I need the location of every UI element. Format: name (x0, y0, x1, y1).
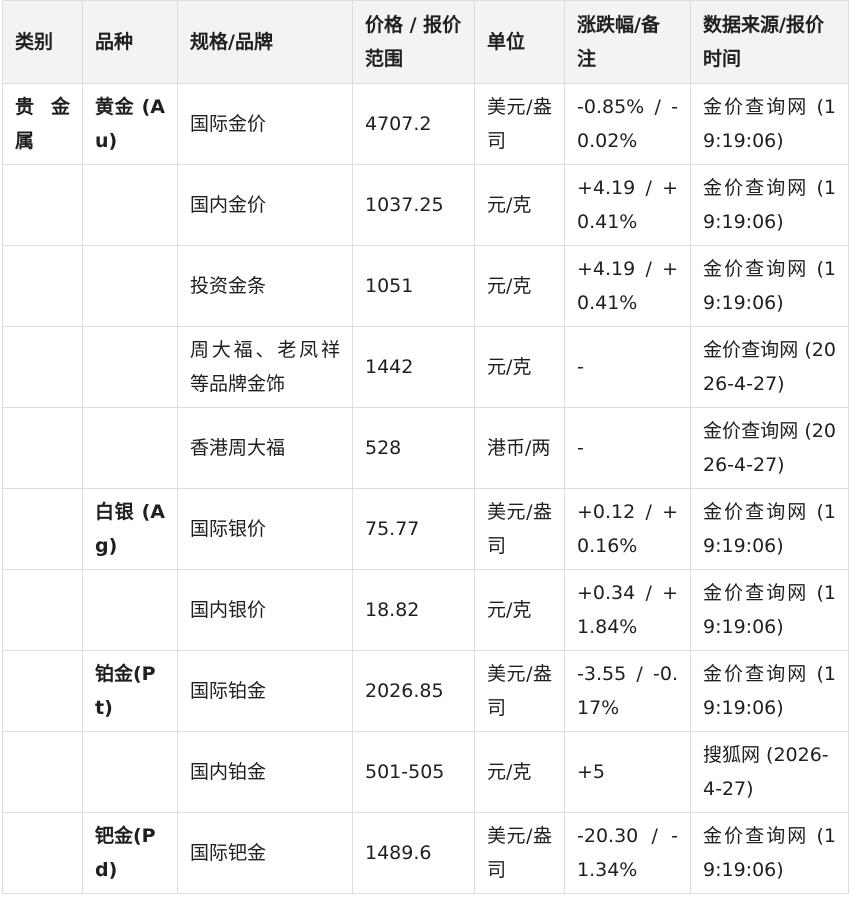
table-row: 铂金(Pt) 国际铂金 2026.85 美元/盎司 -3.55 / -0.17%… (2, 650, 849, 732)
cell-unit: 美元/盎司 (474, 812, 565, 894)
header-unit: 单位 (474, 0, 565, 84)
cell-source: 搜狐网 (2026-4-27) (690, 731, 849, 813)
cell-variety (82, 326, 178, 408)
header-spec-brand: 规格/品牌 (177, 0, 353, 84)
cell-spec: 国际铂金 (177, 650, 353, 732)
cell-unit: 美元/盎司 (474, 83, 565, 165)
table-row: 国内银价 18.82 元/克 +0.34 / +1.84% 金价查询网 (19:… (2, 569, 849, 651)
cell-variety (82, 731, 178, 813)
cell-source: 金价查询网 (19:19:06) (690, 245, 849, 327)
header-source: 数据来源/报价时间 (690, 0, 849, 84)
cell-spec: 国内银价 (177, 569, 353, 651)
table-row: 国内金价 1037.25 元/克 +4.19 / +0.41% 金价查询网 (1… (2, 164, 849, 246)
cell-spec: 国际银价 (177, 488, 353, 570)
cell-unit: 元/克 (474, 164, 565, 246)
header-change: 涨跌幅/备注 (564, 0, 691, 84)
table-row: 国内铂金 501-505 元/克 +5 搜狐网 (2026-4-27) (2, 731, 849, 813)
cell-spec: 国内铂金 (177, 731, 353, 813)
cell-change: +4.19 / +0.41% (564, 245, 691, 327)
cell-price: 1051 (352, 245, 475, 327)
cell-category (2, 245, 83, 327)
cell-change: +0.34 / +1.84% (564, 569, 691, 651)
cell-price: 18.82 (352, 569, 475, 651)
cell-price: 501-505 (352, 731, 475, 813)
cell-spec: 国内金价 (177, 164, 353, 246)
cell-unit: 元/克 (474, 731, 565, 813)
cell-unit: 美元/盎司 (474, 650, 565, 732)
cell-category (2, 326, 83, 408)
cell-change: +5 (564, 731, 691, 813)
cell-category (2, 407, 83, 489)
cell-source: 金价查询网 (19:19:06) (690, 164, 849, 246)
cell-unit: 元/克 (474, 569, 565, 651)
cell-unit: 元/克 (474, 245, 565, 327)
cell-category (2, 812, 83, 894)
cell-category (2, 569, 83, 651)
cell-price: 75.77 (352, 488, 475, 570)
table-row: 贵金属 黄金 (Au) 国际金价 4707.2 美元/盎司 -0.85% / -… (2, 83, 849, 165)
cell-spec: 国际金价 (177, 83, 353, 165)
cell-price: 2026.85 (352, 650, 475, 732)
cell-change: -0.85% / -0.02% (564, 83, 691, 165)
cell-price: 1037.25 (352, 164, 475, 246)
header-variety: 品种 (82, 0, 178, 84)
table-row: 香港周大福 528 港币/两 - 金价查询网 (2026-4-27) (2, 407, 849, 489)
cell-change: -20.30 / -1.34% (564, 812, 691, 894)
cell-category (2, 164, 83, 246)
header-category: 类别 (2, 0, 83, 84)
cell-spec: 香港周大福 (177, 407, 353, 489)
cell-category (2, 488, 83, 570)
cell-source: 金价查询网 (19:19:06) (690, 83, 849, 165)
cell-unit: 元/克 (474, 326, 565, 408)
cell-category (2, 650, 83, 732)
cell-variety: 白银 (Ag) (82, 488, 178, 570)
cell-price: 1489.6 (352, 812, 475, 894)
cell-source: 金价查询网 (19:19:06) (690, 650, 849, 732)
metal-price-table: 类别 品种 规格/品牌 价格 / 报价范围 单位 涨跌幅/备注 数据来源/报价时… (2, 0, 849, 894)
cell-variety (82, 407, 178, 489)
cell-spec: 投资金条 (177, 245, 353, 327)
cell-variety (82, 245, 178, 327)
cell-change: +0.12 / +0.16% (564, 488, 691, 570)
cell-unit: 美元/盎司 (474, 488, 565, 570)
cell-change: +4.19 / +0.41% (564, 164, 691, 246)
cell-category: 贵金属 (2, 83, 83, 165)
table-row: 投资金条 1051 元/克 +4.19 / +0.41% 金价查询网 (19:1… (2, 245, 849, 327)
cell-unit: 港币/两 (474, 407, 565, 489)
cell-source: 金价查询网 (19:19:06) (690, 812, 849, 894)
cell-source: 金价查询网 (19:19:06) (690, 488, 849, 570)
cell-variety (82, 164, 178, 246)
table-row: 周大福、老凤祥等品牌金饰 1442 元/克 - 金价查询网 (2026-4-27… (2, 326, 849, 408)
cell-price: 528 (352, 407, 475, 489)
cell-source: 金价查询网 (2026-4-27) (690, 407, 849, 489)
cell-variety: 铂金(Pt) (82, 650, 178, 732)
cell-spec: 周大福、老凤祥等品牌金饰 (177, 326, 353, 408)
table-row: 钯金(Pd) 国际钯金 1489.6 美元/盎司 -20.30 / -1.34%… (2, 812, 849, 894)
cell-source: 金价查询网 (19:19:06) (690, 569, 849, 651)
cell-price: 1442 (352, 326, 475, 408)
cell-change: -3.55 / -0.17% (564, 650, 691, 732)
table-header-row: 类别 品种 规格/品牌 价格 / 报价范围 单位 涨跌幅/备注 数据来源/报价时… (2, 0, 849, 84)
table-row: 白银 (Ag) 国际银价 75.77 美元/盎司 +0.12 / +0.16% … (2, 488, 849, 570)
cell-variety (82, 569, 178, 651)
cell-price: 4707.2 (352, 83, 475, 165)
cell-variety: 钯金(Pd) (82, 812, 178, 894)
cell-change: - (564, 407, 691, 489)
cell-category (2, 731, 83, 813)
cell-spec: 国际钯金 (177, 812, 353, 894)
cell-source: 金价查询网 (2026-4-27) (690, 326, 849, 408)
cell-change: - (564, 326, 691, 408)
header-price: 价格 / 报价范围 (352, 0, 475, 84)
cell-variety: 黄金 (Au) (82, 83, 178, 165)
